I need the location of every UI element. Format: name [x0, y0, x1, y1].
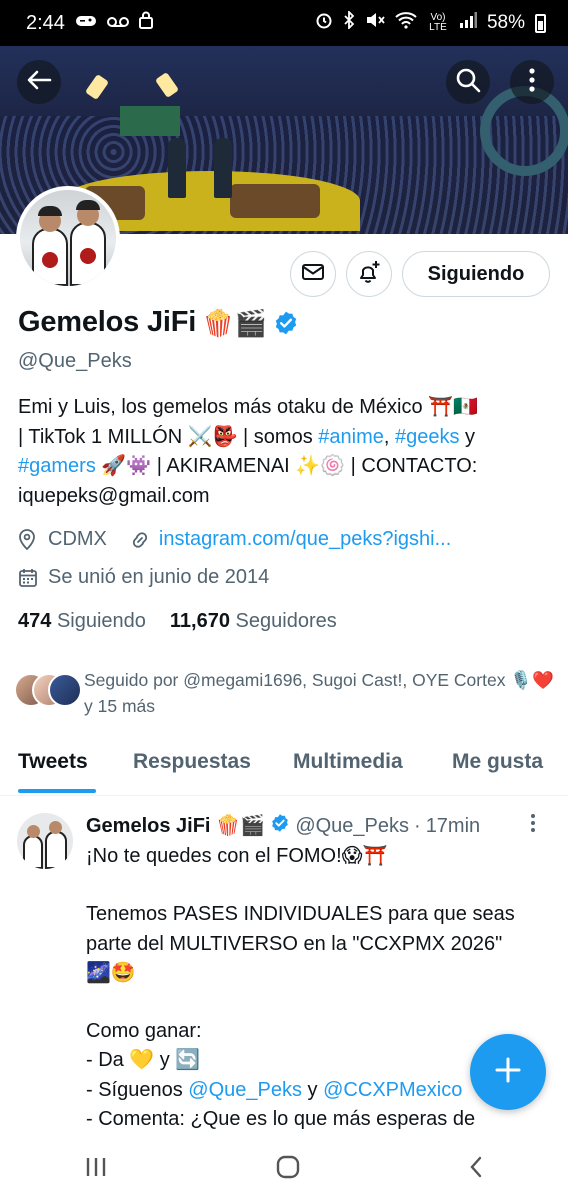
tweet-line: - Síguenos @Que_Peks y @CCXPMexico — [86, 1076, 536, 1105]
profile-bio: Emi y Luis, los gemelos más otaku de Méx… — [18, 393, 553, 511]
profile-meta-location-website: CDMX instagram.com/que_peks?igshi... — [18, 528, 451, 551]
tweet-line: - Comenta: ¿Que es lo que más esperas de — [86, 1107, 476, 1130]
profile-name-row: Gemelos JiFi 🍿🎬 — [18, 306, 299, 339]
tab-tweets[interactable]: Tweets — [18, 750, 88, 774]
more-options-button[interactable] — [510, 60, 554, 104]
followers-count: 11,670 — [169, 610, 230, 632]
home-icon[interactable] — [275, 1154, 301, 1185]
lock-icon — [138, 11, 153, 35]
battery-text: 58% — [486, 12, 525, 33]
location-icon — [18, 528, 40, 551]
bluetooth-icon — [343, 9, 355, 35]
volte-indicator: Vo) LTE — [429, 12, 447, 33]
tweet-author-emoji: 🍿🎬 — [215, 815, 266, 837]
location-text: CDMX — [48, 528, 107, 550]
tweet-line: ¡No te quedes con el FOMO!😱⛩️ — [86, 845, 388, 867]
following-label: Siguiendo — [56, 610, 146, 632]
website-link[interactable]: instagram.com/que_peks?igshi... — [159, 528, 451, 551]
more-vertical-icon — [530, 814, 536, 837]
tweet-header: Gemelos JiFi 🍿🎬 @Que_Peks · 17min — [86, 813, 480, 839]
signal-icon — [459, 12, 477, 34]
back-arrow-icon — [26, 69, 52, 96]
tab-likes[interactable]: Me gusta — [452, 750, 543, 774]
tweet-line: Tenemos PASES INDIVIDUALES para que seas — [86, 903, 515, 926]
bio-separator: , — [383, 425, 395, 448]
tweet-time[interactable]: 17min — [426, 815, 480, 838]
name-emoji: 🍿🎬 — [202, 307, 267, 338]
tweet-text: ¡No te quedes con el FOMO!😱⛩️ Tenemos PA… — [86, 842, 536, 1134]
alarm-icon — [315, 11, 333, 35]
bell-plus-icon — [356, 259, 382, 290]
profile-meta-joined: Se unió en junio de 2014 — [18, 566, 269, 589]
back-button[interactable] — [17, 60, 61, 104]
plus-icon — [494, 1056, 522, 1089]
voicemail-icon — [106, 12, 129, 34]
hashtag-link[interactable]: #geeks — [395, 426, 460, 448]
tweet-line: parte del MULTIVERSO en la "CCXPMX 2026" — [86, 932, 503, 955]
follow-counts: 474 Siguiendo 11,670 Seguidores — [18, 610, 337, 633]
tweet-author-name[interactable]: Gemelos JiFi — [86, 815, 211, 838]
active-tab-indicator — [18, 789, 96, 793]
notifications-button[interactable] — [346, 251, 392, 297]
status-time: 2:44 — [26, 11, 65, 34]
followed-by-avatars — [14, 667, 84, 707]
recent-apps-icon[interactable] — [84, 1156, 108, 1183]
verified-badge-icon[interactable] — [273, 310, 299, 336]
mute-icon — [365, 11, 385, 35]
mention-link[interactable]: @CCXPMexico — [323, 1079, 462, 1101]
mail-icon — [301, 262, 325, 287]
android-nav-bar — [0, 1138, 568, 1200]
tweet-line: 🌌🤩 — [86, 961, 136, 984]
mention-link[interactable]: @Que_Peks — [188, 1079, 302, 1101]
followers-label: Seguidores — [235, 610, 337, 632]
gamepad-icon — [75, 12, 97, 34]
hashtag-link[interactable]: #anime — [318, 426, 384, 448]
profile-tabs: Tweets Respuestas Multimedia Me gusta — [0, 744, 568, 796]
bio-text: y — [459, 425, 476, 448]
bio-line-1: Emi y Luis, los gemelos más otaku de Méx… — [18, 396, 478, 418]
tweet-more-button[interactable] — [530, 813, 536, 838]
followed-by-text: Seguido por @megami1696, Sugoi Cast!, OY… — [84, 670, 554, 716]
tab-replies[interactable]: Respuestas — [133, 750, 251, 774]
more-vertical-icon — [529, 67, 535, 97]
verified-badge-icon — [270, 813, 290, 839]
tweet-text-fragment: y — [302, 1078, 324, 1101]
message-button[interactable] — [290, 251, 336, 297]
profile-handle: @Que_Peks — [18, 350, 132, 372]
tweet-line: Como ganar: — [86, 1020, 202, 1043]
back-icon[interactable] — [468, 1155, 484, 1184]
tweet-line: - Da 💛 y 🔄 — [86, 1049, 201, 1072]
bio-text: 🚀👾 | AKIRAMENAI ✨🍥 | CONTACTO: — [95, 455, 478, 477]
link-icon — [129, 529, 151, 551]
following-button[interactable]: Siguiendo — [402, 251, 550, 297]
bio-text: | TikTok 1 MILLÓN ⚔️👺 | somos — [18, 425, 319, 448]
tweet-dot: · — [414, 814, 421, 837]
battery-icon — [535, 13, 546, 33]
tweet-author-handle[interactable]: @Que_Peks — [295, 815, 409, 838]
display-name: Gemelos JiFi — [18, 306, 197, 338]
followers-count-link[interactable]: 11,670 Seguidores — [170, 610, 337, 633]
compose-tweet-button[interactable] — [470, 1034, 546, 1110]
tab-media[interactable]: Multimedia — [293, 750, 403, 774]
followed-by[interactable]: Seguido por @megami1696, Sugoi Cast!, OY… — [14, 667, 554, 719]
wifi-icon — [395, 11, 417, 35]
following-count: 474 — [18, 610, 52, 632]
search-icon — [455, 67, 481, 98]
bio-email: iquepeks@gmail.com — [18, 484, 210, 507]
following-count-link[interactable]: 474 Siguiendo — [18, 610, 146, 633]
calendar-icon — [18, 568, 40, 588]
joined-date: Se unió en junio de 2014 — [48, 566, 270, 588]
status-bar: 2:44 Vo) LTE 58% — [0, 0, 568, 46]
profile-avatar[interactable] — [16, 186, 120, 290]
tweet-text-fragment: - Síguenos — [86, 1078, 189, 1101]
hashtag-link[interactable]: #gamers — [18, 455, 96, 477]
tweet-avatar[interactable] — [17, 813, 73, 869]
search-button[interactable] — [446, 60, 490, 104]
